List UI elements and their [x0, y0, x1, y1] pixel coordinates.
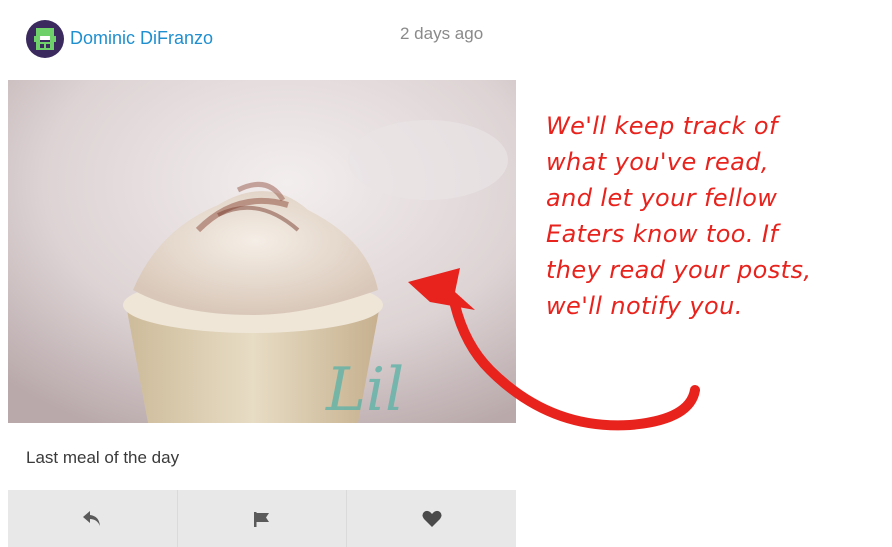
author-link[interactable]: Dominic DiFranzo	[70, 28, 213, 49]
post-header: Dominic DiFranzo 2 days ago	[0, 0, 516, 80]
reply-icon	[83, 510, 101, 526]
svg-text:Lil: Lil	[325, 355, 404, 423]
annotation-line: they read your posts,	[546, 256, 812, 284]
reply-button[interactable]	[8, 490, 178, 547]
flag-icon	[254, 511, 269, 527]
annotation-line: we'll notify you.	[546, 292, 743, 320]
heart-icon	[422, 510, 442, 527]
like-button[interactable]	[347, 490, 516, 547]
annotation-line: and let your fellow	[546, 184, 778, 212]
avatar[interactable]	[26, 20, 64, 58]
annotation-line: what you've read,	[546, 148, 769, 176]
annotation-line: Eaters know too. If	[546, 220, 779, 248]
post-action-bar	[8, 490, 516, 547]
post-caption: Last meal of the day	[26, 448, 180, 467]
annotation-note: We'll keep track of what you've read, an…	[546, 108, 886, 324]
flag-button[interactable]	[178, 490, 348, 547]
annotation-line: We'll keep track of	[546, 112, 778, 140]
post-timestamp: 2 days ago	[400, 24, 484, 43]
